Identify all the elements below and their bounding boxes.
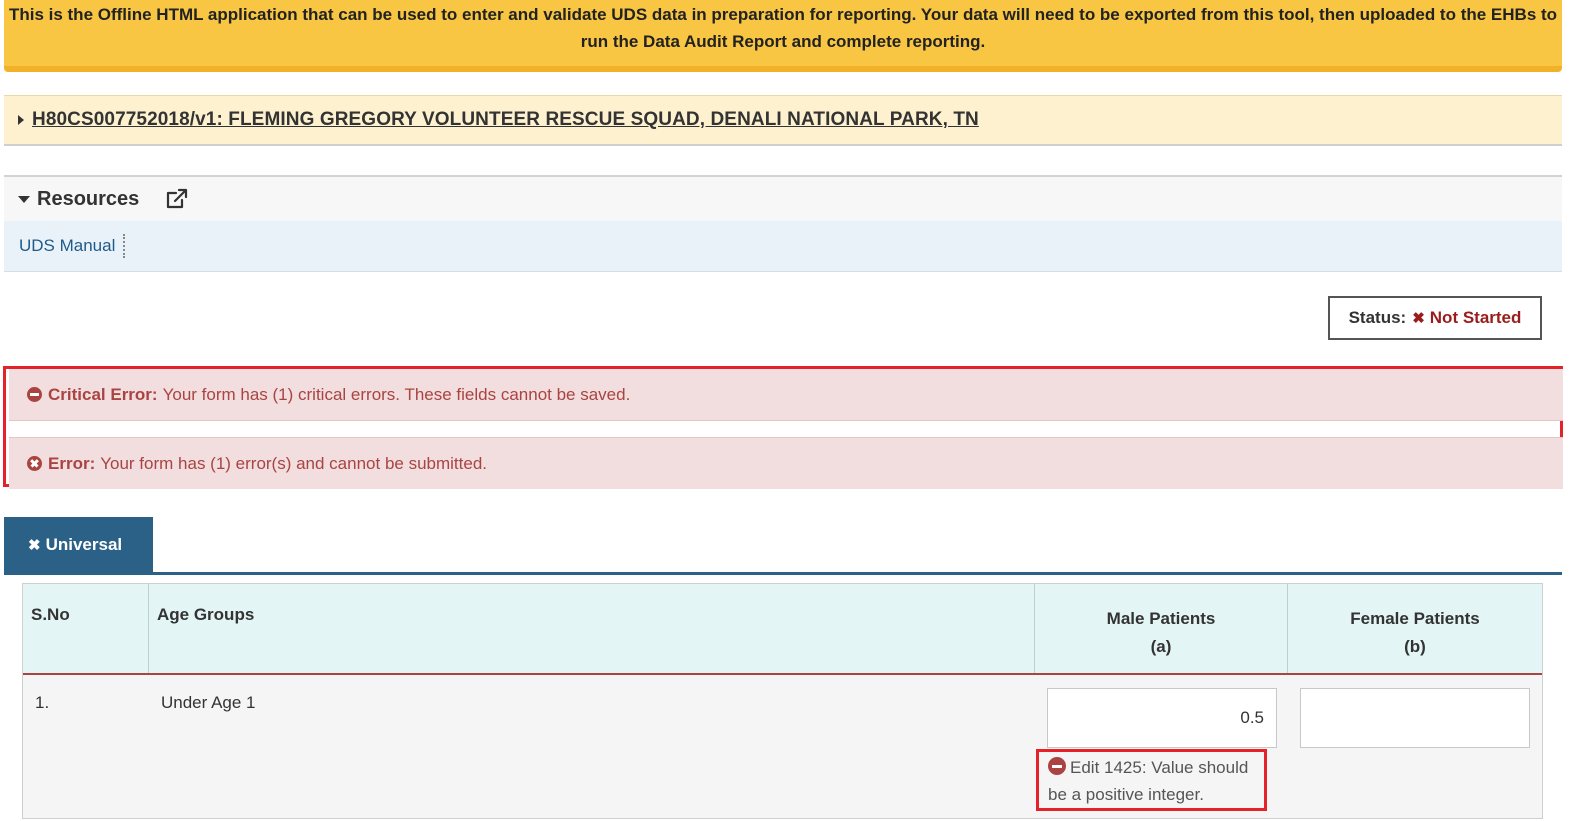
error-summary: Critical Error: Your form has (1) critic…	[3, 366, 1563, 489]
resources-title[interactable]: Resources	[37, 188, 139, 211]
female-patients-input[interactable]	[1300, 688, 1530, 748]
header-sno: S.No	[23, 584, 149, 673]
tab-label: Universal	[45, 535, 123, 554]
male-patients-input[interactable]	[1047, 688, 1277, 748]
row-sno: 1.	[35, 693, 50, 712]
header-age-groups: Age Groups	[149, 584, 1035, 673]
tab-underline	[4, 572, 1562, 575]
caret-right-icon	[18, 115, 24, 125]
critical-error-alert: Critical Error: Your form has (1) critic…	[9, 369, 1563, 421]
grant-title-link[interactable]: H80CS007752018/v1: FLEMING GREGORY VOLUN…	[32, 109, 979, 131]
x-icon: ✖	[28, 537, 41, 554]
female-cell	[1288, 675, 1542, 818]
header-male-sub: (a)	[1150, 637, 1172, 656]
male-cell: Edit 1425: Value should be a positive in…	[1035, 675, 1288, 818]
minus-circle-icon	[27, 387, 42, 402]
banner-text: This is the Offline HTML application tha…	[8, 5, 1558, 51]
table-header: S.No Age Groups Male Patients (a) Female…	[23, 584, 1542, 675]
resources-panel: UDS Manual	[4, 221, 1562, 272]
header-female-patients: Female Patients (b)	[1288, 584, 1542, 673]
header-female-label: Female Patients	[1350, 609, 1480, 628]
status-value: Not Started	[1429, 308, 1522, 327]
status-badge: Status: ✖ Not Started	[1328, 296, 1542, 340]
external-link-icon[interactable]	[165, 188, 189, 210]
x-circle-icon	[27, 456, 42, 471]
field-error-message: Edit 1425: Value should be a positive in…	[1036, 749, 1267, 811]
minus-circle-icon	[1048, 757, 1066, 775]
header-male-label: Male Patients	[1106, 609, 1216, 628]
patients-table: S.No Age Groups Male Patients (a) Female…	[22, 583, 1543, 819]
critical-error-label: Critical Error:	[48, 384, 158, 404]
critical-error-text: Your form has (1) critical errors. These…	[162, 384, 631, 404]
caret-down-icon	[18, 195, 30, 203]
field-error-text: Edit 1425: Value should be a positive in…	[1048, 758, 1249, 804]
table-row: 1. Under Age 1 Edit 1425: Value should b…	[23, 675, 1542, 818]
tab-universal[interactable]: ✖ Universal	[4, 517, 153, 573]
error-label: Error:	[48, 453, 96, 473]
resources-header[interactable]: Resources	[4, 175, 1562, 221]
error-text: Your form has (1) error(s) and cannot be…	[100, 453, 488, 473]
offline-app-banner: This is the Offline HTML application tha…	[4, 0, 1562, 72]
error-alert: Error: Your form has (1) error(s) and ca…	[9, 437, 1563, 489]
status-label: Status:	[1348, 308, 1407, 327]
header-female-sub: (b)	[1404, 637, 1426, 656]
x-icon: ✖	[1412, 310, 1425, 327]
grant-header[interactable]: H80CS007752018/v1: FLEMING GREGORY VOLUN…	[4, 95, 1562, 146]
header-male-patients: Male Patients (a)	[1035, 584, 1288, 673]
uds-manual-link[interactable]: UDS Manual	[19, 234, 126, 258]
row-age-group: Under Age 1	[161, 693, 256, 712]
